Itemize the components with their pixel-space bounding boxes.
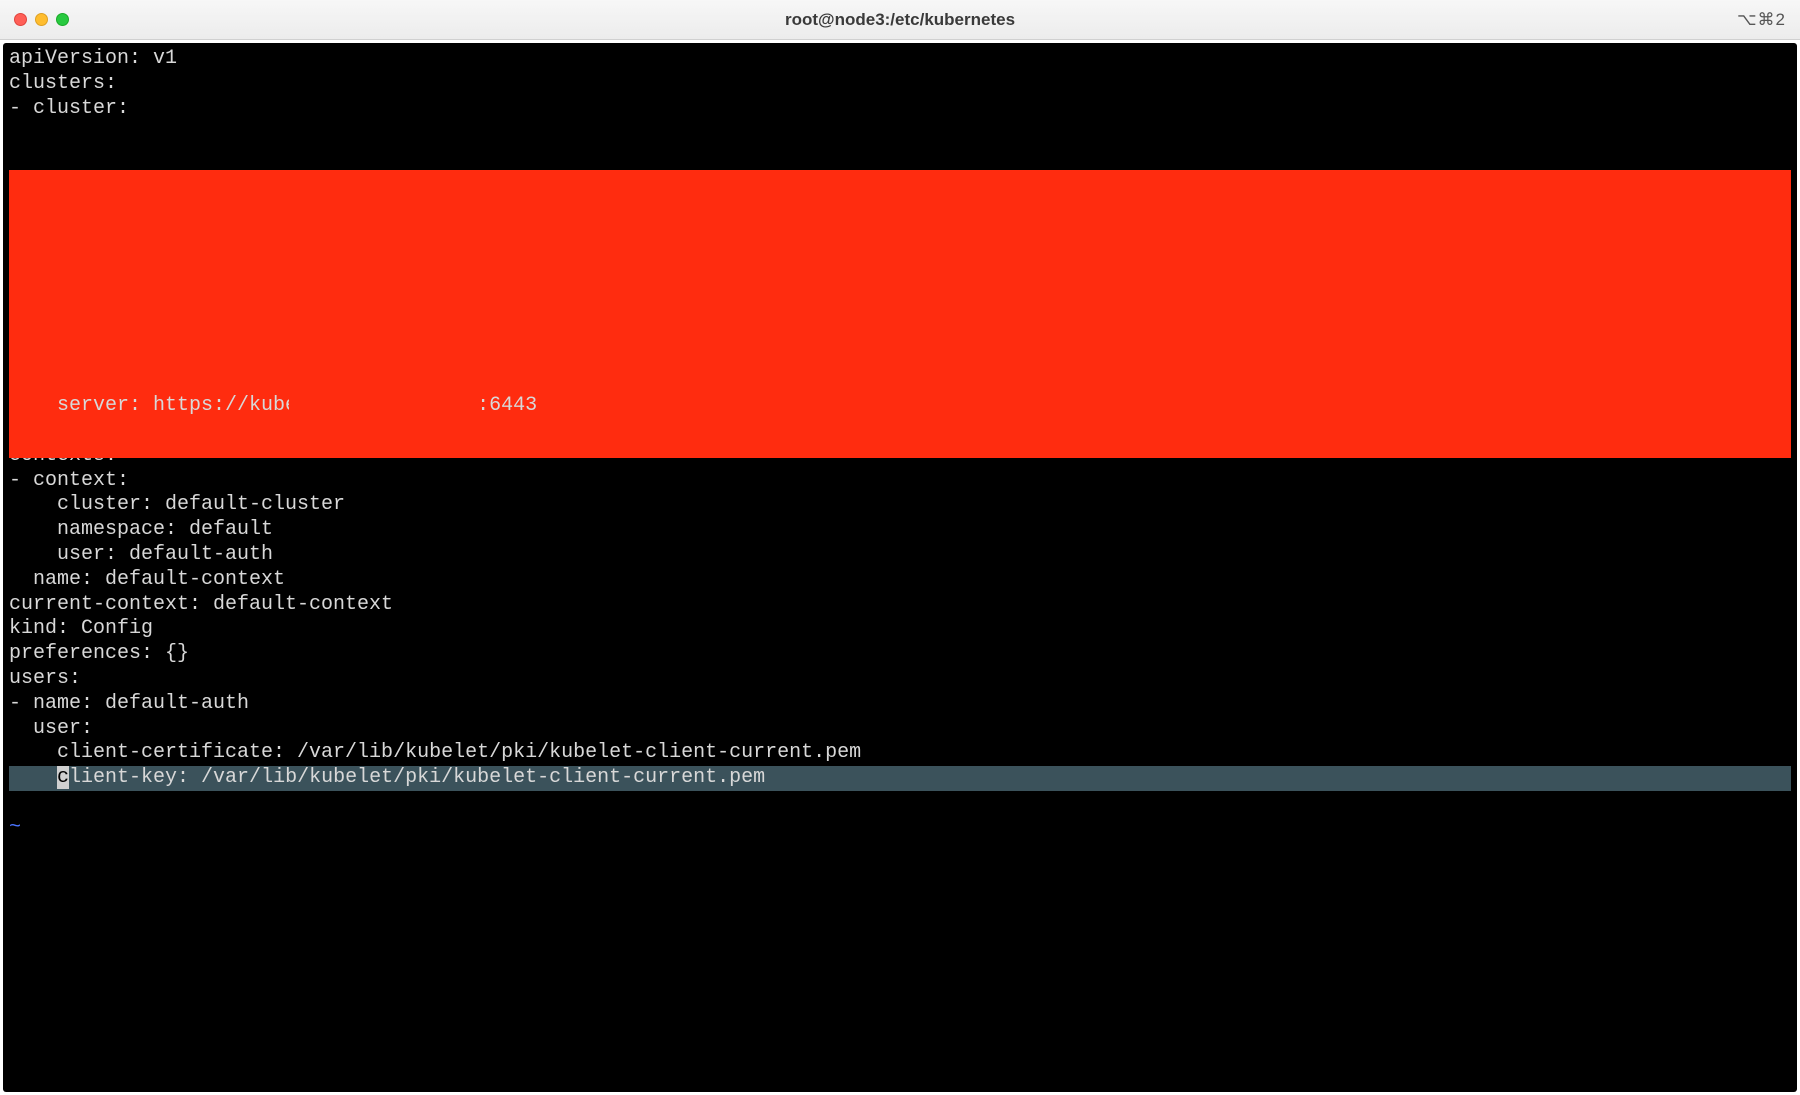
cursor: c — [57, 766, 69, 789]
file-line: - context: — [9, 469, 129, 492]
cursor-line: client-key: /var/lib/kubelet/pki/kubelet… — [9, 766, 1791, 791]
close-icon[interactable] — [14, 13, 27, 26]
file-line: clusters: — [9, 72, 117, 95]
file-line: - name: default-auth — [9, 692, 249, 715]
file-line: user: — [9, 717, 93, 740]
traffic-lights — [14, 13, 69, 26]
file-line: - cluster: — [9, 97, 129, 120]
server-port: :6443 — [477, 394, 537, 417]
window-titlebar[interactable]: root@node3:/etc/kubernetes ⌥⌘2 — [0, 0, 1800, 40]
file-line: apiVersion: v1 — [9, 47, 177, 70]
file-line: namespace: default — [9, 518, 273, 541]
terminal-content[interactable]: apiVersion: v1 clusters: - cluster: serv… — [3, 43, 1797, 1092]
terminal-window: root@node3:/etc/kubernetes ⌥⌘2 apiVersio… — [0, 0, 1800, 1095]
window-title: root@node3:/etc/kubernetes — [785, 10, 1015, 30]
redaction-inline — [289, 394, 439, 417]
shortcut-indicator: ⌥⌘2 — [1737, 10, 1786, 30]
file-line: name: default-context — [9, 568, 285, 591]
minimize-icon[interactable] — [35, 13, 48, 26]
file-line: kind: Config — [9, 617, 153, 640]
file-line: users: — [9, 667, 81, 690]
maximize-icon[interactable] — [56, 13, 69, 26]
file-line: user: default-auth — [9, 543, 273, 566]
file-line: cluster: default-cluster — [9, 493, 345, 516]
server-url-prefix: server: https://kube. — [9, 394, 309, 417]
file-line: server: https://kube. :6443 — [9, 394, 537, 419]
file-line: client-certificate: /var/lib/kubelet/pki… — [9, 741, 861, 764]
line-rest: lient-key: /var/lib/kubelet/pki/kubelet-… — [69, 766, 765, 789]
file-line: current-context: default-context — [9, 593, 393, 616]
vim-tilde: ~ — [9, 816, 21, 839]
line-indent — [9, 766, 57, 789]
file-line: preferences: {} — [9, 642, 189, 665]
